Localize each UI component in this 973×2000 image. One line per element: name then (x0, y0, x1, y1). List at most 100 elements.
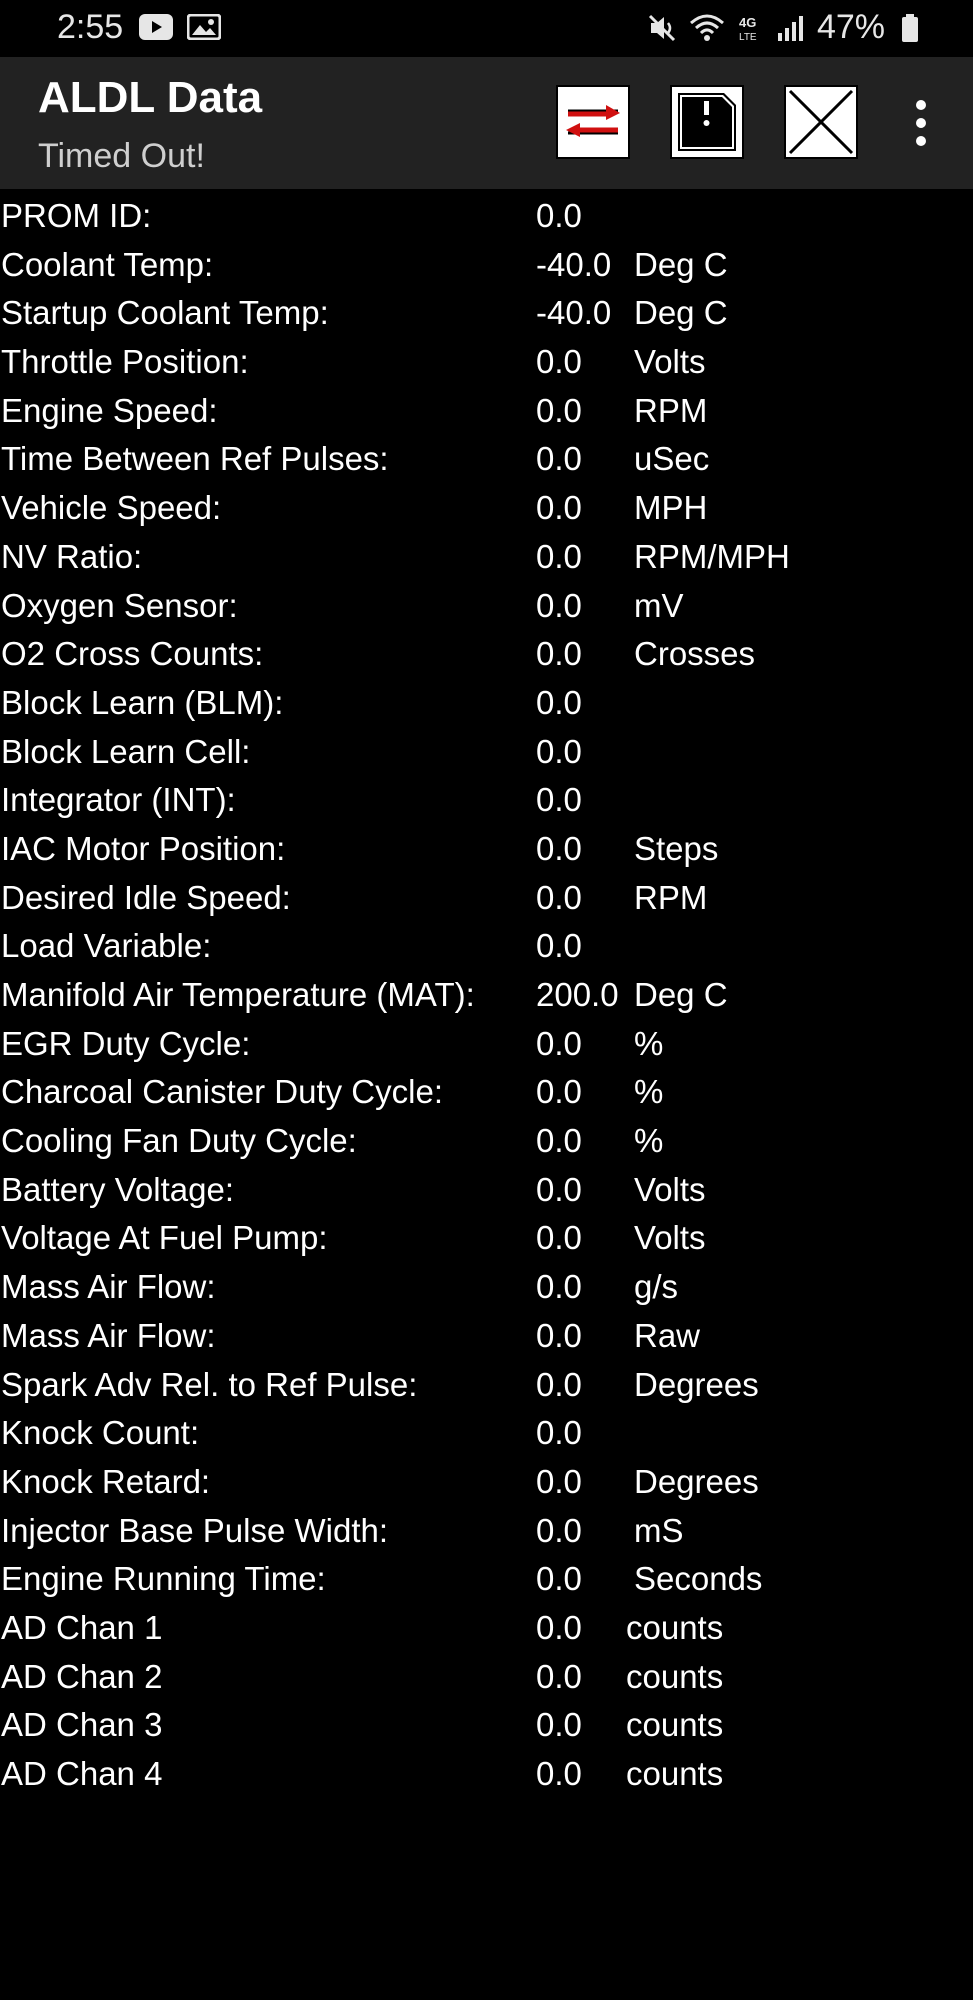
data-row: Startup Coolant Temp: -40.0 Deg C (0, 289, 973, 338)
row-value: 0.0 (536, 732, 582, 770)
data-row: Throttle Position: 0.0 Volts (0, 338, 973, 387)
row-value: 0.0 (536, 537, 582, 575)
row-value: 0.0 (536, 1073, 582, 1111)
row-value: 0.0 (536, 197, 582, 234)
data-row: Cooling Fan Duty Cycle: 0.0% (0, 1117, 973, 1166)
overflow-menu-icon[interactable] (904, 97, 938, 149)
row-label: Startup Coolant Temp: (1, 294, 329, 332)
data-row: AD Chan 3 0.0 counts (0, 1701, 973, 1750)
row-unit: Degrees (634, 1462, 759, 1500)
row-label: AD Chan 1 (1, 1608, 163, 1646)
aldl-data-list: PROM ID: 0.0 Coolant Temp: -40.0 Deg C Startu… (0, 192, 973, 1799)
data-row: Coolant Temp: -40.0 Deg C (0, 241, 973, 290)
row-unit: Crosses (634, 635, 756, 673)
data-row: Block Learn (BLM): 0.0 (0, 679, 973, 728)
row-value: 0.0 (536, 1511, 582, 1549)
row-label: Voltage At Fuel Pump: (1, 1219, 328, 1257)
row-label: Coolant Temp: (1, 245, 214, 283)
row-unit: Deg C (634, 976, 728, 1013)
4g-lte-icon: 4G LTE (739, 15, 757, 43)
row-unit: Volts (634, 1219, 706, 1257)
row-value: 0.0 (536, 781, 582, 819)
row-label: Knock Retard: (1, 1462, 211, 1500)
save-button[interactable] (670, 85, 744, 159)
row-label: Cooling Fan Duty Cycle: (1, 1122, 357, 1160)
row-label: Manifold Air Temperature (MAT): (1, 976, 475, 1013)
data-row: PROM ID: 0.0 (0, 192, 973, 241)
row-value: 0.0 (536, 1414, 582, 1452)
row-label: Engine Running Time: (1, 1560, 326, 1598)
row-unit: RPM/MPH (634, 537, 790, 575)
data-row: AD Chan 4 0.0 counts (0, 1750, 973, 1799)
row-value: 0.0 (536, 1706, 582, 1744)
row-value: -40.0 (536, 245, 612, 283)
data-row: Desired Idle Speed: 0.0 RPM (0, 874, 973, 923)
row-unit: Seconds (634, 1560, 763, 1598)
data-row: Integrator (INT): 0.0 (0, 776, 973, 825)
row-value: -40.0 (536, 294, 612, 332)
row-label: Block Learn Cell: (1, 732, 251, 770)
data-row: Block Learn Cell: 0.0 (0, 728, 973, 777)
app-bar: ALDL Data Timed Out! (0, 57, 973, 189)
row-label: Knock Count: (1, 1414, 200, 1452)
row-unit: % (634, 1073, 664, 1111)
close-x-icon (788, 89, 854, 155)
row-unit: mV (634, 586, 684, 624)
data-row: Charcoal Canister Duty Cycle: 0.0% (0, 1068, 973, 1117)
row-label: Engine Speed: (1, 391, 218, 429)
data-row: IAC Motor Position: 0.0 Steps (0, 825, 973, 874)
svg-text:LTE: LTE (739, 32, 757, 43)
data-row: Battery Voltage: 0.0 Volts (0, 1166, 973, 1215)
row-unit: Degrees (634, 1365, 759, 1403)
row-value: 0.0 (536, 391, 582, 429)
row-label: PROM ID: (1, 197, 152, 234)
row-label: Load Variable: (1, 927, 212, 965)
data-row: Voltage At Fuel Pump: 0.0 Volts (0, 1214, 973, 1263)
battery-percent: 47% (816, 8, 885, 46)
row-unit: mS (634, 1511, 684, 1549)
gallery-icon (187, 14, 221, 40)
row-label: Block Learn (BLM): (1, 683, 284, 721)
row-unit: counts (626, 1657, 724, 1695)
data-row: Oxygen Sensor: 0.0 mV (0, 582, 973, 631)
row-label: Vehicle Speed: (1, 489, 222, 527)
row-label: Battery Voltage: (1, 1170, 234, 1208)
battery-icon (902, 13, 918, 42)
row-value: 0.0 (536, 1024, 582, 1062)
row-value: 0.0 (536, 489, 582, 527)
wifi-icon (689, 14, 724, 41)
row-label: Throttle Position: (1, 343, 249, 381)
status-indicators: 4G LTE 47% (647, 8, 919, 47)
row-label: Integrator (INT): (1, 781, 236, 819)
row-value: 0.0 (536, 927, 582, 965)
row-value: 0.0 (536, 1365, 582, 1403)
data-row: Knock Count: 0.0 (0, 1409, 973, 1458)
connect-button[interactable] (556, 85, 630, 159)
row-label: Injector Base Pulse Width: (1, 1511, 389, 1549)
close-button[interactable] (784, 85, 858, 159)
row-label: Spark Adv Rel. to Ref Pulse: (1, 1365, 418, 1403)
row-label: AD Chan 3 (1, 1706, 163, 1744)
row-value: 0.0 (536, 1316, 582, 1354)
row-label: Charcoal Canister Duty Cycle: (1, 1073, 443, 1111)
row-label: IAC Motor Position: (1, 829, 286, 867)
row-value: 0.0 (536, 1755, 582, 1792)
row-unit: RPM (634, 878, 708, 916)
status-time: 2:55 (57, 8, 124, 46)
data-row: Manifold Air Temperature (MAT): 200.0 Deg … (0, 971, 973, 1020)
data-row: NV Ratio: 0.0 RPM/MPH (0, 533, 973, 582)
row-unit: counts (626, 1755, 724, 1792)
row-value: 0.0 (536, 1462, 582, 1500)
connection-status: Timed Out! (38, 137, 205, 175)
row-value: 200.0 (536, 976, 619, 1013)
row-value: 0.0 (536, 343, 582, 381)
row-value: 0.0 (536, 1608, 582, 1646)
row-unit: RPM (634, 391, 708, 429)
row-unit: uSec (634, 440, 710, 478)
row-value: 0.0 (536, 1122, 582, 1160)
row-value: 0.0 (536, 878, 582, 916)
row-value: 0.0 (536, 1657, 582, 1695)
row-unit: % (634, 1024, 664, 1062)
row-value: 0.0 (536, 1560, 582, 1598)
row-unit: counts (626, 1608, 724, 1646)
